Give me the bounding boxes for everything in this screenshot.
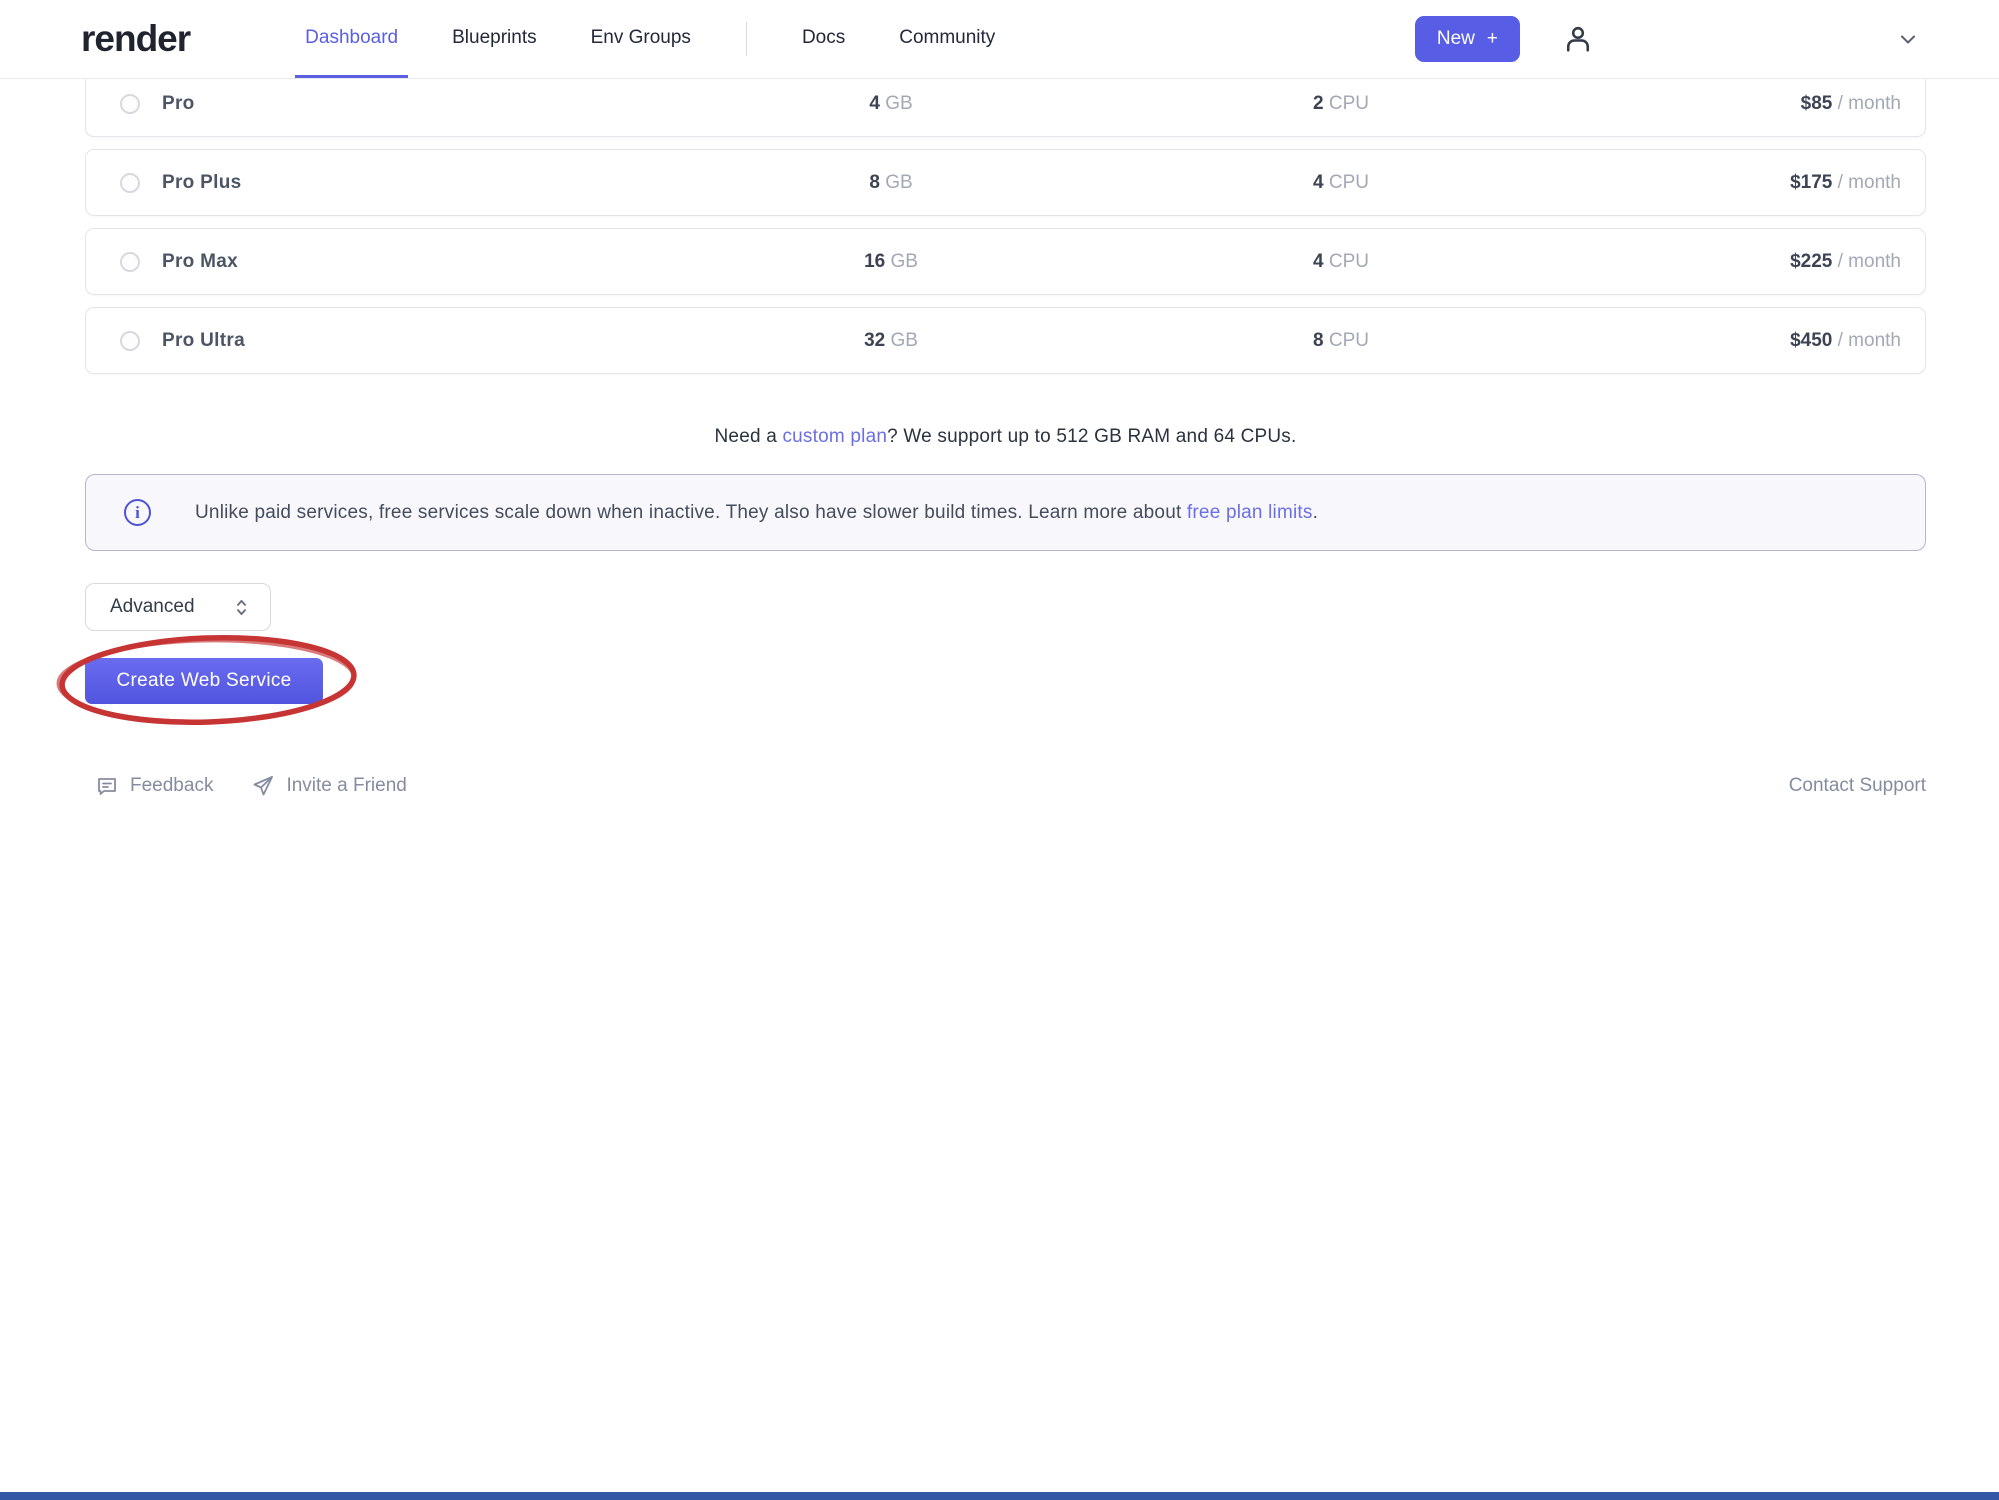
plan-radio[interactable] — [120, 331, 140, 351]
info-banner-text: Unlike paid services, free services scal… — [195, 502, 1318, 524]
header-right-cluster: New + — [1415, 16, 1920, 62]
feedback-icon — [95, 774, 119, 798]
chevron-down-icon[interactable] — [1896, 27, 1920, 51]
new-button[interactable]: New + — [1415, 16, 1520, 62]
free-plan-info-banner: i Unlike paid services, free services sc… — [85, 474, 1926, 551]
custom-plan-note: Need a custom plan? We support up to 512… — [85, 426, 1926, 448]
plan-ram: 4 GB — [646, 93, 1136, 115]
user-avatar-icon[interactable] — [1560, 21, 1596, 57]
plan-name: Pro Max — [162, 251, 238, 273]
contact-support-link[interactable]: Contact Support — [1789, 775, 1926, 797]
main-content: Pro 4 GB 2 CPU $85 / month Pro Plus 8 GB… — [0, 79, 1999, 798]
main-nav: Dashboard Blueprints Env Groups Docs Com… — [278, 0, 1022, 78]
free-plan-limits-link[interactable]: free plan limits — [1187, 502, 1313, 523]
render-logo[interactable]: render — [81, 18, 190, 60]
nav-divider — [746, 22, 747, 56]
advanced-label: Advanced — [110, 596, 195, 618]
nav-item-community[interactable]: Community — [889, 0, 1005, 78]
custom-plan-link[interactable]: custom plan — [782, 426, 887, 447]
new-button-label: New — [1437, 28, 1475, 50]
advanced-toggle[interactable]: Advanced — [85, 583, 271, 631]
plan-price: $225 / month — [1546, 251, 1925, 273]
plan-cpu: 8 CPU — [1136, 330, 1546, 352]
plan-ram: 8 GB — [646, 172, 1136, 194]
info-icon: i — [124, 499, 151, 526]
plan-name: Pro Ultra — [162, 330, 245, 352]
plan-name: Pro Plus — [162, 172, 241, 194]
plan-row-pro-max[interactable]: Pro Max 16 GB 4 CPU $225 / month — [85, 228, 1926, 295]
plan-ram: 32 GB — [646, 330, 1136, 352]
create-area: Create Web Service — [85, 658, 1926, 704]
nav-item-dashboard[interactable]: Dashboard — [295, 0, 408, 78]
nav-item-docs[interactable]: Docs — [792, 0, 855, 78]
nav-item-env-groups[interactable]: Env Groups — [581, 0, 701, 78]
bottom-taskbar-edge — [0, 1492, 1999, 1500]
top-nav: render Dashboard Blueprints Env Groups D… — [0, 0, 1999, 79]
plan-cpu: 2 CPU — [1136, 93, 1546, 115]
plus-icon: + — [1487, 28, 1498, 50]
invite-friend-link[interactable]: Invite a Friend — [251, 774, 406, 798]
plan-cpu: 4 CPU — [1136, 172, 1546, 194]
plan-list: Pro 4 GB 2 CPU $85 / month Pro Plus 8 GB… — [85, 79, 1926, 386]
plan-row-pro[interactable]: Pro 4 GB 2 CPU $85 / month — [85, 79, 1926, 137]
nav-item-blueprints[interactable]: Blueprints — [442, 0, 547, 78]
plan-radio[interactable] — [120, 173, 140, 193]
plan-row-pro-ultra[interactable]: Pro Ultra 32 GB 8 CPU $450 / month — [85, 307, 1926, 374]
plan-name: Pro — [162, 93, 195, 115]
page-footer: Feedback Invite a Friend Contact Support — [85, 774, 1926, 798]
unfold-icon — [231, 597, 252, 618]
plan-ram: 16 GB — [646, 251, 1136, 273]
plan-price: $450 / month — [1546, 330, 1925, 352]
paper-plane-icon — [251, 774, 275, 798]
plan-cpu: 4 CPU — [1136, 251, 1546, 273]
feedback-link[interactable]: Feedback — [95, 774, 213, 798]
plan-price: $175 / month — [1546, 172, 1925, 194]
plan-radio[interactable] — [120, 94, 140, 114]
create-web-service-button[interactable]: Create Web Service — [85, 658, 323, 704]
plan-radio[interactable] — [120, 252, 140, 272]
plan-row-pro-plus[interactable]: Pro Plus 8 GB 4 CPU $175 / month — [85, 149, 1926, 216]
plan-price: $85 / month — [1546, 93, 1925, 115]
